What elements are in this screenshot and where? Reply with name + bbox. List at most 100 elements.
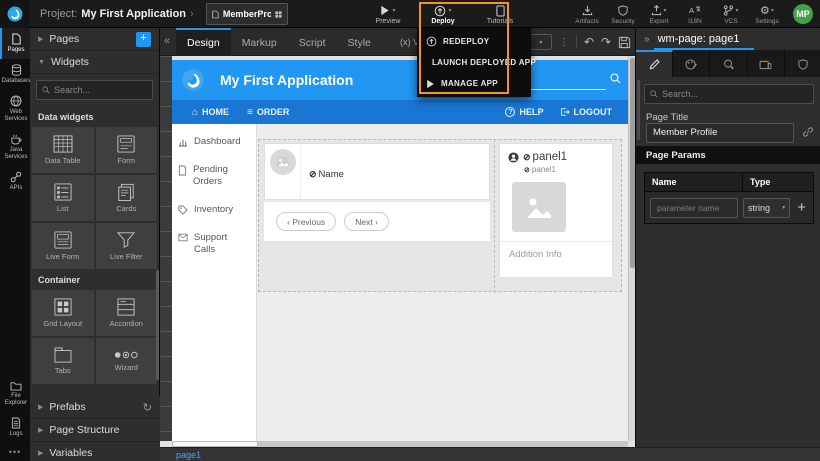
widget-cards[interactable]: Cards: [96, 175, 158, 221]
settings-button[interactable]: ⚙▾ Settings: [752, 2, 782, 27]
nav-logout[interactable]: LOGOUT: [560, 107, 613, 117]
rail-item-databases[interactable]: Databases: [0, 59, 30, 90]
rail-item-file-explorer[interactable]: File Explorer: [0, 376, 30, 412]
page-title-input[interactable]: [646, 123, 794, 143]
widget-data-table[interactable]: Data Table: [32, 127, 94, 173]
rail-item-java-services[interactable]: Java Services: [0, 128, 30, 166]
rail-overflow-button[interactable]: •••: [0, 443, 30, 461]
device-size-dropdown[interactable]: ▾: [530, 34, 552, 50]
bind-link-icon[interactable]: [802, 126, 814, 138]
rail-item-apis[interactable]: APIs: [0, 166, 30, 197]
nav-help[interactable]: ?HELP: [505, 107, 543, 117]
artifacts-button[interactable]: Artifacts: [572, 2, 602, 27]
rail-item-logs[interactable]: Logs: [0, 412, 30, 443]
tab-script[interactable]: Script: [288, 28, 337, 56]
widget-search-input[interactable]: Search...: [36, 80, 153, 100]
tab-properties[interactable]: [636, 50, 673, 77]
page-content-region[interactable]: ⊘ Name ‹ Previous Next › ⊘panel1: [258, 139, 622, 292]
expand-panel-icon[interactable]: »: [644, 34, 650, 45]
sidebar-item-dashboard[interactable]: Dashboard: [178, 136, 250, 148]
preview-button[interactable]: ▾ Preview: [366, 2, 410, 27]
more-options-icon[interactable]: ⋮: [559, 37, 569, 48]
undo-button[interactable]: ↶: [584, 35, 594, 49]
widget-accordion[interactable]: Accordion: [96, 290, 158, 336]
export-button[interactable]: ▾ Export: [644, 2, 674, 27]
preview-label: Preview: [376, 18, 401, 25]
widget-list[interactable]: List: [32, 175, 94, 221]
tab-markup[interactable]: Markup: [231, 28, 288, 56]
section-page-structure[interactable]: ▶ Page Structure: [30, 419, 160, 442]
translate-icon: A: [689, 5, 701, 16]
chevron-down-icon: ▾: [771, 7, 774, 14]
nav-home[interactable]: ⌂HOME: [192, 107, 229, 118]
left-panel-scrollbar[interactable]: [156, 270, 159, 380]
chevron-down-icon: ▾: [392, 7, 395, 14]
bar-chart-icon: [178, 137, 188, 147]
security-button[interactable]: Security: [608, 2, 638, 27]
panel1-widget[interactable]: ⊘panel1 ⊘ panel1 Addition Info: [499, 143, 613, 278]
section-prefabs[interactable]: ▶ Prefabs ↻: [30, 396, 160, 419]
sidebar-item-support-calls[interactable]: Support Calls: [178, 232, 250, 256]
vcs-button[interactable]: ▾ VCS: [716, 2, 746, 27]
grid-view-icon[interactable]: [275, 10, 282, 19]
rail-item-web-services[interactable]: Web Services: [0, 90, 30, 128]
properties-panel-scrollbar[interactable]: [637, 80, 640, 140]
section-variables[interactable]: ▶ Variables: [30, 442, 160, 461]
tab-security[interactable]: [785, 50, 820, 77]
tab-devices[interactable]: [748, 50, 785, 77]
search-icon[interactable]: [610, 73, 621, 84]
widget-tabs[interactable]: Tabs: [32, 338, 94, 384]
tab-events[interactable]: [710, 50, 747, 77]
i18n-button[interactable]: A I18N: [680, 2, 710, 27]
menu-item-redeploy[interactable]: REDEPLOY: [417, 31, 531, 52]
param-type-select[interactable]: string ▾: [743, 198, 790, 218]
panel1-header: ⊘panel1: [500, 144, 612, 163]
sidebar-item-pending-orders[interactable]: Pending Orders: [178, 164, 250, 188]
list-icon: [54, 183, 72, 201]
wavemaker-logo-icon[interactable]: [0, 0, 30, 28]
tab-design[interactable]: Design: [176, 28, 231, 56]
user-avatar[interactable]: MP: [793, 4, 813, 24]
divider: [576, 35, 577, 49]
redo-button[interactable]: ↷: [601, 35, 611, 49]
search-icon: [650, 90, 658, 98]
add-param-button[interactable]: +: [795, 199, 808, 216]
param-name-input[interactable]: [650, 198, 738, 218]
status-page-link[interactable]: page1: [176, 450, 201, 460]
save-button[interactable]: [618, 36, 631, 49]
widget-wizard[interactable]: Wizard: [96, 338, 158, 384]
widget-live-filter[interactable]: Live Filter: [96, 223, 158, 269]
search-icon: [42, 86, 50, 94]
next-button[interactable]: Next ›: [344, 212, 389, 231]
left-icon-rail: Pages Databases Web Services Java Servic…: [0, 28, 30, 461]
deploy-label: Deploy: [431, 18, 454, 25]
properties-search-input[interactable]: Search...: [644, 84, 814, 104]
container-title: Container: [30, 269, 159, 290]
tab-styles[interactable]: [673, 50, 710, 77]
widget-live-form[interactable]: Live Form: [32, 223, 94, 269]
tutorials-button[interactable]: Tutorials: [478, 2, 522, 27]
deploy-button[interactable]: ▾ Deploy: [421, 2, 465, 27]
ide-root: Project: My First Application › MemberPr…: [0, 0, 820, 461]
open-page-tab[interactable]: MemberProfile: [206, 3, 288, 25]
refresh-icon[interactable]: ↻: [143, 401, 152, 414]
nav-order[interactable]: ≡ORDER: [247, 107, 289, 118]
tab-style[interactable]: Style: [337, 28, 382, 56]
section-pages[interactable]: ▶ Pages +: [30, 28, 159, 51]
add-page-button[interactable]: +: [136, 32, 151, 47]
section-widgets[interactable]: ▼ Widgets: [30, 51, 159, 74]
collapse-left-panel-icon[interactable]: «: [164, 35, 170, 47]
column-divider: [494, 140, 495, 293]
rail-item-pages[interactable]: Pages: [0, 28, 30, 59]
topbar-right-actions: Artifacts Security ▾ Export A I18N ▾ VCS…: [572, 2, 782, 27]
menu-item-launch-deployed-app[interactable]: LAUNCH DEPLOYED APP: [417, 52, 531, 73]
previous-button[interactable]: ‹ Previous: [276, 212, 336, 231]
page-params-row: string ▾ +: [644, 192, 814, 224]
chevron-right-icon: ▶: [38, 426, 43, 434]
member-list-widget[interactable]: ⊘ Name: [264, 143, 490, 200]
canvas-vertical-scrollbar[interactable]: [628, 56, 635, 441]
menu-item-manage-app[interactable]: MANAGE APP: [417, 73, 531, 94]
widget-form[interactable]: Form: [96, 127, 158, 173]
sidebar-item-inventory[interactable]: Inventory: [178, 204, 250, 216]
widget-grid-layout[interactable]: Grid Layout: [32, 290, 94, 336]
